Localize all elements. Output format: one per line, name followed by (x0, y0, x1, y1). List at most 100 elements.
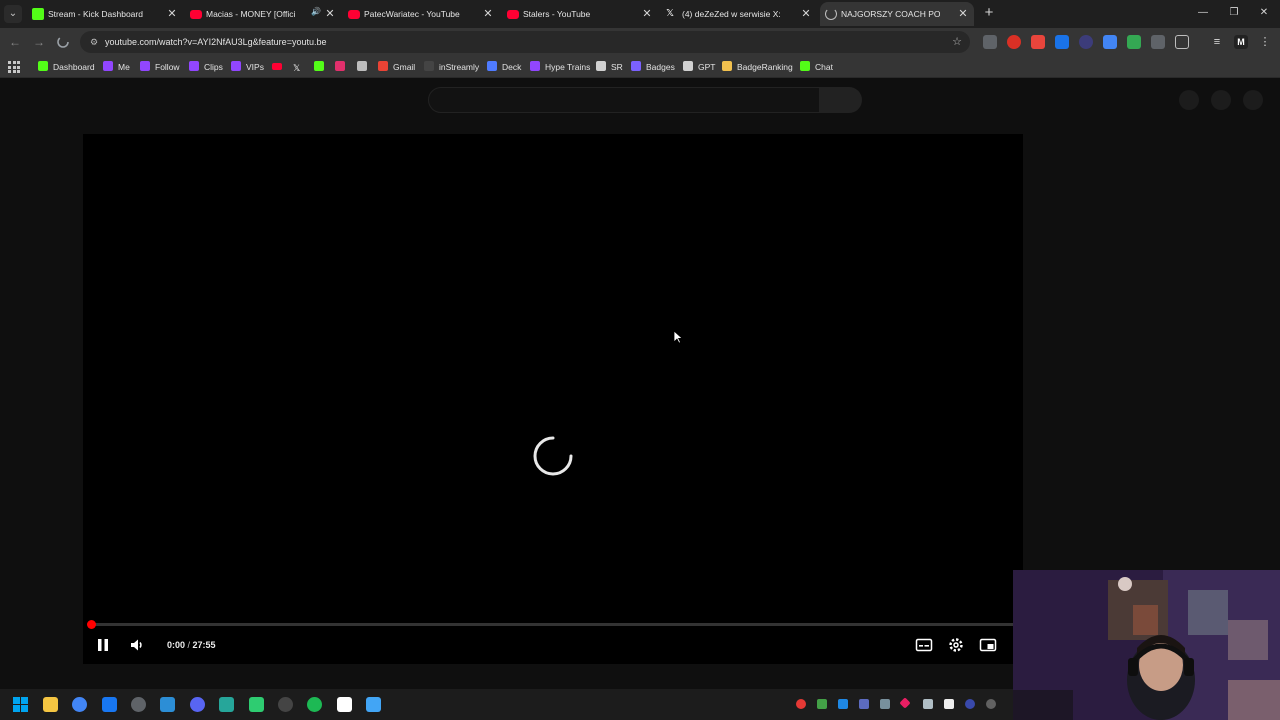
bookmark-item[interactable]: SR (596, 60, 623, 74)
chrome-icon[interactable] (72, 697, 87, 712)
miniplayer-button[interactable] (977, 634, 999, 656)
bookmark-label: Follow (155, 62, 180, 72)
bookmark-item[interactable]: Me (103, 60, 130, 74)
tray-red-icon[interactable] (796, 699, 806, 709)
create-icon[interactable] (1179, 90, 1199, 110)
video-player[interactable]: 0:00 / 27:55 (83, 134, 1023, 664)
discord-icon[interactable] (190, 697, 205, 712)
restore-button[interactable]: ❐ (1227, 6, 1241, 20)
bookmark-item[interactable]: Badges (631, 60, 675, 74)
bookmark-item[interactable] (314, 60, 324, 74)
bookmark-item[interactable]: inStreamly (424, 60, 479, 74)
apps-grid-icon[interactable] (8, 61, 20, 73)
browser-tab[interactable]: 𝕏 (4) deZeZed w serwisie X: „Jak s ✕ (661, 2, 817, 26)
tray-indigo-icon[interactable] (965, 699, 975, 709)
close-window-button[interactable]: ✕ (1257, 6, 1271, 20)
bookmark-item[interactable]: Hype Trains (530, 60, 590, 74)
bookmark-item[interactable]: GPT (683, 60, 715, 74)
bookmark-item[interactable] (335, 60, 345, 74)
bookmark-item[interactable]: BadgeRanking (722, 60, 793, 74)
close-tab-icon[interactable]: ✕ (481, 7, 495, 21)
back-button[interactable]: ← (7, 34, 23, 50)
notion-icon[interactable] (337, 697, 352, 712)
tray-blue-icon[interactable] (838, 699, 848, 709)
extension-puzzle-icon[interactable] (983, 35, 997, 49)
tray-arrow-icon[interactable] (923, 699, 933, 709)
facebook-icon[interactable] (102, 697, 117, 712)
tray-green-icon[interactable] (817, 699, 827, 709)
extension-shield-icon[interactable] (1127, 35, 1141, 49)
bookmark-item[interactable]: Follow (140, 60, 180, 74)
scrubber-handle[interactable] (87, 620, 96, 629)
extensions-menu-icon[interactable] (1175, 35, 1189, 49)
media-control-icon[interactable]: ≡ (1210, 35, 1224, 49)
mute-button[interactable] (126, 634, 148, 656)
tray-pin-icon[interactable] (899, 697, 911, 709)
extension-translate-icon[interactable] (1055, 35, 1069, 49)
app-green-icon[interactable] (249, 697, 264, 712)
bookmark-item[interactable]: Gmail (378, 60, 415, 74)
youtube-search-button[interactable] (820, 87, 862, 113)
bookmark-star-icon[interactable]: ☆ (952, 35, 962, 49)
browser-tab[interactable]: Stream - Kick Dashboard ✕ (27, 2, 183, 26)
bookmark-item[interactable]: Clips (189, 60, 223, 74)
address-bar[interactable]: ⚙ youtube.com/watch?v=AYI2NfAU3Lg&featur… (80, 31, 970, 53)
minimize-button[interactable]: — (1196, 6, 1210, 20)
close-tab-icon[interactable]: ✕ (956, 7, 970, 21)
current-time: 0:00 (167, 640, 186, 650)
extension-blue-icon[interactable] (1103, 35, 1117, 49)
site-info-icon[interactable]: ⚙ (88, 36, 100, 48)
account-avatar[interactable] (1243, 90, 1263, 110)
tray-grid-icon[interactable] (859, 699, 869, 709)
extension-adblock-icon[interactable] (1031, 35, 1045, 49)
extension-dark-icon[interactable] (1079, 35, 1093, 49)
extension-gray-icon[interactable] (1151, 35, 1165, 49)
bookmark-item[interactable]: Chat (800, 60, 833, 74)
app-teal-icon[interactable] (219, 697, 234, 712)
obs-icon[interactable] (278, 697, 293, 712)
progress-bar[interactable] (87, 620, 1015, 629)
browser-menu-icon[interactable]: ⋮ (1258, 35, 1272, 49)
close-tab-icon[interactable]: ✕ (165, 7, 179, 21)
bookmark-item[interactable]: Deck (487, 60, 521, 74)
bookmark-label: SR (611, 62, 623, 72)
profile-avatar-icon[interactable]: M (1234, 35, 1248, 49)
spotify-icon[interactable] (307, 697, 322, 712)
close-tab-icon[interactable]: ✕ (799, 7, 813, 21)
new-tab-button[interactable]: + (981, 5, 997, 21)
settings-button[interactable] (945, 634, 967, 656)
tray-gray-icon[interactable] (986, 699, 996, 709)
bookmark-item[interactable]: Dashboard (38, 60, 95, 74)
app-diamond-icon[interactable] (366, 697, 381, 712)
browser-tab[interactable]: Macias - MONEY [Official M 🔊✕ (185, 2, 341, 26)
browser-tab[interactable]: Stalers - YouTube ✕ (502, 2, 658, 26)
youtube-search-input[interactable] (428, 87, 820, 113)
loading-icon (57, 36, 69, 48)
extension-red-icon[interactable] (1007, 35, 1021, 49)
bookmark-item[interactable] (272, 60, 282, 74)
url-text[interactable]: youtube.com/watch?v=AYI2NfAU3Lg&feature=… (105, 35, 326, 49)
notifications-icon[interactable] (1211, 90, 1231, 110)
bookmark-item[interactable]: VIPs (231, 60, 264, 74)
browser-tab[interactable]: PatecWariatec - YouTube ✕ (343, 2, 499, 26)
windows-icon[interactable] (13, 697, 28, 712)
trophy-icon (722, 61, 732, 71)
chrome-active-icon[interactable] (131, 697, 146, 712)
speaker-icon[interactable]: 🔊 (311, 7, 321, 16)
forward-button[interactable]: → (31, 34, 47, 50)
stop-loading-button[interactable] (55, 34, 71, 50)
tray-monitor-icon[interactable] (880, 699, 890, 709)
file-explorer-icon[interactable] (43, 697, 58, 712)
pause-button[interactable] (92, 634, 114, 656)
bookmark-item[interactable] (357, 60, 367, 74)
ccleaner-icon[interactable] (160, 697, 175, 712)
close-tab-icon[interactable]: ✕ (323, 7, 337, 21)
bookmark-item[interactable]: 𝕏 (293, 60, 303, 74)
subtitles-button[interactable] (913, 634, 935, 656)
tab-search-button[interactable]: ⌄ (4, 5, 22, 23)
gear-icon (949, 638, 963, 652)
webcam-feed (1013, 570, 1280, 720)
browser-tab[interactable]: NAJGORSZY COACH PODRYWU ✕ (820, 2, 974, 26)
tray-white-icon[interactable] (944, 699, 954, 709)
close-tab-icon[interactable]: ✕ (640, 7, 654, 21)
